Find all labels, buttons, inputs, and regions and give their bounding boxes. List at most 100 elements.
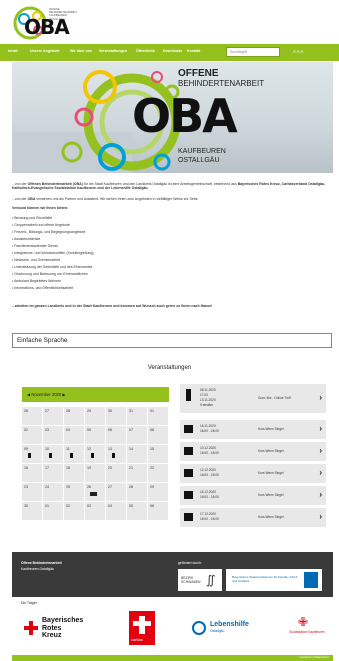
footer-funded-label: gefördert durch:	[178, 561, 202, 565]
logo-subtitle: OFFENE BEHINDERTENARBEIT KAUFBEUREN OSTA…	[49, 8, 77, 21]
list-item: • Familienentlastender Dienst	[12, 244, 58, 248]
sozialstation-logo[interactable]: Sozialstation Kaufbeuren	[288, 630, 326, 634]
calendar-day[interactable]: 13	[106, 445, 126, 463]
chevron-right-icon[interactable]: ›	[319, 393, 322, 402]
calendar-day[interactable]: 28	[64, 407, 84, 425]
calendar-day[interactable]: 29	[85, 407, 105, 425]
calendar-day[interactable]: 07	[127, 426, 147, 444]
calendar-day[interactable]: 21	[127, 464, 147, 482]
lebenshilfe-logo[interactable]: Lebenshilfe	[210, 621, 249, 628]
calendar-day[interactable]: 22	[148, 464, 168, 482]
brk-logo[interactable]: Bayerisches Rotes Kreuz	[42, 617, 83, 640]
laptop-icon	[184, 447, 193, 455]
calendar-day[interactable]: 02	[22, 426, 42, 444]
caritas-logo[interactable]: caritas	[129, 611, 155, 645]
calendar-day[interactable]: 26	[85, 483, 105, 501]
chevron-right-icon[interactable]: ›	[319, 512, 322, 521]
calendar-day[interactable]: 04	[106, 502, 126, 520]
event-name: Kurs Wenn Siegel	[258, 515, 284, 519]
nav-item-oeffentlichkeit[interactable]: Öffentlichk	[136, 49, 155, 53]
calendar-day[interactable]: 28	[127, 483, 147, 501]
nav-item-inhalt[interactable]: Inhalt	[8, 49, 18, 53]
event-date: 12.12.2020	[200, 468, 216, 472]
calendar-day[interactable]: 26	[22, 407, 42, 425]
calendar-day[interactable]: 14	[127, 445, 147, 463]
chevron-right-icon[interactable]: ›	[319, 446, 322, 455]
lebenshilfe-sub: Ostallgäu	[210, 629, 225, 633]
calendar-day[interactable]: 11	[64, 445, 84, 463]
list-item: • Unterstützung der Selbsthilfe und des …	[12, 265, 93, 269]
intro-paragraph-1: ...von der Offenen Behindertenarbeit (OB…	[12, 182, 326, 191]
nav-item-kontakt[interactable]: Kontakt	[187, 49, 200, 53]
hero-banner: OFFENE BEHINDERTENARBEIT OBA KAUFBEUREN …	[12, 62, 333, 173]
chevron-left-icon[interactable]: ◀	[27, 392, 30, 397]
easy-language-button[interactable]: Einfache Sprache	[12, 333, 332, 348]
calendar-day[interactable]: 10	[43, 445, 63, 463]
footer: Offene Behindertenarbeit Kaufbeuren-Osta…	[12, 552, 333, 597]
calendar-day[interactable]: 27	[106, 483, 126, 501]
calendar-day[interactable]: 31	[127, 407, 147, 425]
calendar-day[interactable]: 30	[22, 502, 42, 520]
events-title: Veranstaltungen	[147, 365, 192, 371]
event-item[interactable]: 16.12.2020 16:00 - 18:00 Kurs Wenn Siege…	[180, 486, 326, 505]
event-item[interactable]: 10.12.2020 16:00 - 18:00 Kurs Wenn Siege…	[180, 442, 326, 461]
nav-item-ueber-uns[interactable]: Wir über uns	[70, 49, 92, 53]
list-item: • Gewinnung und Betreuung von Ehrenamtli…	[12, 272, 88, 276]
calendar-day[interactable]: 03	[85, 502, 105, 520]
chevron-right-icon[interactable]: ▶	[62, 392, 65, 397]
chevron-right-icon[interactable]: ›	[319, 490, 322, 499]
calendar-day[interactable]: 02	[64, 502, 84, 520]
calendar-day[interactable]: 03	[43, 426, 63, 444]
calendar-day[interactable]: 06	[106, 426, 126, 444]
bezirk-logo[interactable]: BEZIRK SCHWABEN ∬	[178, 569, 222, 591]
nav-item-downloads[interactable]: Downloads	[163, 49, 182, 53]
list-item: • Beratung und Einzelhilfe	[12, 216, 53, 220]
calendar-day[interactable]: 05	[85, 426, 105, 444]
lebenshilfe-icon	[192, 621, 206, 635]
calendar-day[interactable]: 06	[148, 502, 168, 520]
event-time: 16:00 - 18:00	[200, 495, 219, 499]
laptop-icon	[184, 425, 193, 433]
sponsors-label: Die Träger	[21, 601, 37, 605]
calendar-day[interactable]: 08	[148, 426, 168, 444]
event-item[interactable]: 08.11.2020 17:00 13.11.2020 9 abstâm Gum…	[180, 384, 326, 413]
calendar-day[interactable]: 16	[22, 464, 42, 482]
search-input[interactable]: Suchbegriff	[226, 47, 280, 57]
calendar-day[interactable]: 27	[43, 407, 63, 425]
calendar-day[interactable]: 29	[148, 483, 168, 501]
calendar-day[interactable]: 23	[22, 483, 42, 501]
chevron-right-icon[interactable]: ›	[319, 468, 322, 477]
calendar-day[interactable]: 09	[22, 445, 42, 463]
event-date: 17.12.2020	[200, 512, 216, 516]
event-name: Kurs Wenn Siegel	[258, 427, 284, 431]
calendar-day[interactable]: 15	[148, 445, 168, 463]
event-item[interactable]: 17.12.2020 16:00 - 18:00 Kurs Wenn Siege…	[180, 508, 326, 527]
calendar-day[interactable]: 20	[106, 464, 126, 482]
calendar-day[interactable]: 30	[106, 407, 126, 425]
sozialstation-cross-icon: ✙	[298, 615, 309, 629]
calendar-day[interactable]: 01	[148, 407, 168, 425]
calendar-day[interactable]: 24	[43, 483, 63, 501]
nav-item-veranstaltungen[interactable]: Veranstaltungen	[99, 49, 127, 53]
calendar-day[interactable]: 19	[85, 464, 105, 482]
event-item[interactable]: 16.11.2020 16:00 - 18:00 Kurs Wenn Siege…	[180, 420, 326, 439]
intro-paragraph-4: ...arbeiten im ganzen Landkreis und in d…	[12, 304, 213, 308]
event-item[interactable]: 12.12.2020 16:00 - 18:00 Kurs Wenn Siege…	[180, 464, 326, 483]
calendar-day[interactable]: 17	[43, 464, 63, 482]
hero-line-kaufbeuren: KAUFBEUREN	[178, 148, 226, 155]
nav-item-angebote[interactable]: Unsere Angebote	[30, 49, 60, 53]
calendar-day[interactable]: 04	[64, 426, 84, 444]
calendar-day[interactable]: 18	[64, 464, 84, 482]
ministry-logo[interactable]: Bayerisches Staatsministerium für Famili…	[226, 569, 322, 591]
chevron-right-icon[interactable]: ›	[319, 424, 322, 433]
font-size-switcher[interactable]: A A A	[293, 49, 303, 54]
calendar-day[interactable]: 01	[43, 502, 63, 520]
footer-links[interactable]: Impressum | Datenschutz	[300, 656, 329, 659]
list-item: • Netzwerk- und Gremienarbeit	[12, 258, 60, 262]
list-item: • Freizeit-, Bildungs- und Begegnungsang…	[12, 230, 86, 234]
bottom-bar: Impressum | Datenschutz	[12, 655, 333, 661]
calendar-day[interactable]: 25	[64, 483, 84, 501]
event-note: 9 abstâm	[200, 403, 214, 407]
calendar-day[interactable]: 05	[127, 502, 147, 520]
calendar-day[interactable]: 12	[85, 445, 105, 463]
